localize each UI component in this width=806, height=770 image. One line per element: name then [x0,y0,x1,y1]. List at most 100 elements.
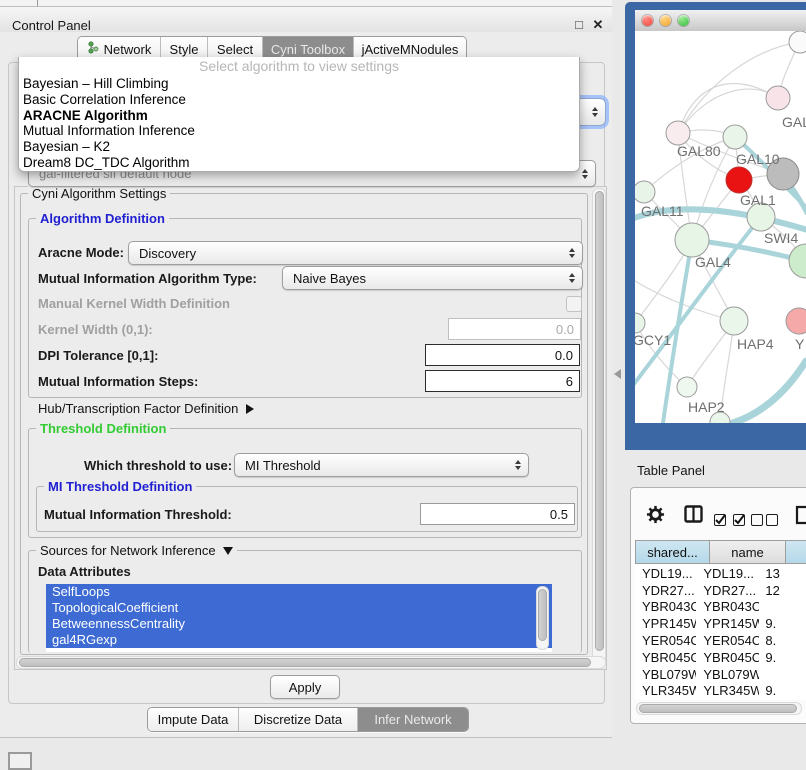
aracne-mode-select[interactable]: Discovery [128,241,583,265]
combo-arrows-icon [592,107,598,117]
mi-algorithm-type-select[interactable]: Naive Bayes [282,266,583,290]
table-cell: YLR345W [635,683,696,698]
data-attributes-list[interactable]: SelfLoopsTopologicalCoefficientBetweenne… [46,584,552,652]
close-traffic-light[interactable] [642,15,653,26]
window-top-strip [0,0,612,7]
aracne-mode-value: Discovery [139,246,196,261]
network-node-gal4[interactable] [675,223,709,257]
settings-hscrollbar[interactable] [16,656,606,669]
collapsed-arrow-icon [246,404,254,414]
combo-arrows-icon [569,248,575,258]
node-table[interactable]: YDL19...YDL19...13YDR27...YDR27...12YBR0… [635,565,806,700]
network-node-gal11[interactable] [635,181,655,203]
hub-transcription-expander[interactable]: Hub/Transcription Factor Definition [38,401,254,416]
select-all-columns-icon[interactable] [714,511,745,529]
table-cell: YPR145W [696,616,759,631]
algorithm-option[interactable]: Basic Correlation Inference [19,92,579,108]
table-row[interactable]: YBR043CYBR043C [635,599,806,616]
mi-algorithm-type-label: Mutual Information Algorithm Type: [38,271,257,287]
export-table-icon[interactable] [795,505,806,530]
deselect-all-columns-icon[interactable] [751,511,778,529]
table-cell: YBR045C [696,650,759,665]
node-label: GAL10 [736,151,780,167]
table-cell: YDR27... [635,583,696,598]
settings-vscrollbar-thumb[interactable] [595,191,604,651]
table-cell: YDL19... [635,566,696,581]
column-header-name[interactable]: name [709,540,786,564]
network-node-hap4[interactable] [720,307,748,335]
table-row[interactable]: YBR045CYBR045C9. [635,649,806,666]
tab-discretize-data[interactable]: Discretize Data [238,708,357,731]
settings-hscrollbar-thumb[interactable] [19,658,591,667]
table-cell: YBL079W [696,667,759,682]
network-node-pinkR[interactable] [786,308,806,334]
mi-threshold-definition-title: MI Threshold Definition [44,479,196,494]
network-window-titlebar[interactable] [635,10,806,32]
network-node-hap2[interactable] [677,377,697,397]
column-split-icon[interactable] [684,505,703,528]
data-attribute-item[interactable]: SelfLoops [46,584,552,600]
attributes-scrollbar-thumb[interactable] [538,589,547,641]
data-attribute-item[interactable]: BetweennessCentrality [46,616,552,632]
algorithm-option[interactable]: ARACNE Algorithm [19,108,579,124]
mi-steps-field[interactable]: 6 [425,370,580,392]
column-header-shared[interactable]: shared... [635,540,710,564]
table-row[interactable]: YBL079WYBL079W [635,666,806,683]
which-threshold-label: Which threshold to use: [84,458,232,474]
table-hscrollbar-thumb[interactable] [639,704,797,713]
node-label: HAP2 [688,399,725,415]
table-cell: YLR345W [696,683,759,698]
table-row[interactable]: YIL052CYIL052C9 [635,699,806,700]
network-node-gal1[interactable] [726,167,752,193]
algorithm-dropdown-popup: Select algorithm to view settings Bayesi… [18,57,580,172]
node-label: GAL [782,114,806,130]
apply-button[interactable]: Apply [270,675,340,699]
table-hscrollbar[interactable] [636,702,802,715]
table-cell: YBR043C [635,599,696,614]
tab-infer-network[interactable]: Infer Network [357,708,468,731]
algorithm-option[interactable]: Bayesian – Hill Climbing [19,76,579,92]
network-node-gal-x[interactable] [766,86,790,110]
split-pane-collapse-arrow[interactable] [614,369,621,379]
algorithm-option[interactable]: Mutual Information Inference [19,123,579,139]
column-header-third[interactable]: A [785,540,806,564]
algorithm-option[interactable]: Bayesian – K2 [19,139,579,155]
tab-style-label: Style [170,42,199,57]
table-row[interactable]: YPR145WYPR145W9. [635,615,806,632]
algorithm-option[interactable]: Dream8 DC_TDC Algorithm [19,155,579,171]
network-node-gal80[interactable] [666,121,690,145]
data-attribute-item[interactable]: TopologicalCoefficient [46,600,552,616]
close-panel-icon[interactable]: ✕ [590,17,606,33]
network-node-biggreen[interactable] [789,244,806,278]
table-row[interactable]: YER054CYER054C8. [635,632,806,649]
table-row[interactable]: YDL19...YDL19...13 [635,565,806,582]
attributes-scrollbar[interactable] [536,586,549,650]
node-label: SWI4 [764,230,798,246]
settings-vscrollbar[interactable] [592,188,606,668]
dpi-tolerance-field[interactable]: 0.0 [425,344,580,366]
tab-select-label: Select [217,42,253,57]
float-panel-icon[interactable]: □ [571,17,587,33]
table-cell: YBR043C [696,599,759,614]
network-node-gcy1[interactable] [635,313,645,333]
popup-placeholder-text: Select algorithm to view settings [19,57,579,76]
sources-expander[interactable]: Sources for Network Inference [36,543,237,558]
which-threshold-select[interactable]: MI Threshold [234,453,529,477]
mi-threshold-field[interactable]: 0.5 [420,503,575,525]
table-row[interactable]: YLR345WYLR345W9. [635,683,806,700]
combo-arrows-icon [569,273,575,283]
table-cell: YBL079W [635,667,696,682]
table-cell: 9. [759,683,806,698]
table-row[interactable]: YDR27...YDR27...12 [635,582,806,599]
tab-impute-data[interactable]: Impute Data [148,708,238,731]
collapsed-panel-icon[interactable] [8,752,32,770]
network-node-top[interactable] [789,31,806,53]
network-tab-icon [87,41,99,57]
table-settings-gear-icon[interactable] [646,505,665,529]
zoom-traffic-light[interactable] [678,15,689,26]
data-attribute-item[interactable]: gal4RGexp [46,632,552,648]
network-node-gal10[interactable] [723,125,747,149]
network-canvas[interactable]: GALGAL80GAL10GAL1GAL11SWI4GAL4GCY1HAP4YH… [635,31,806,423]
algorithm-definition-title: Algorithm Definition [36,211,169,226]
minimize-traffic-light[interactable] [660,15,671,26]
